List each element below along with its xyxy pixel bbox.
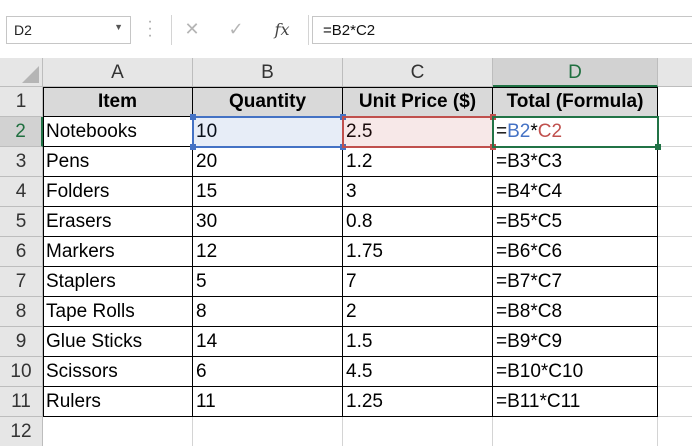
- empty-cell[interactable]: [658, 177, 692, 207]
- empty-cell[interactable]: [658, 327, 692, 357]
- cell-total[interactable]: =B8*C8: [493, 297, 658, 327]
- row-header-5[interactable]: 5: [0, 207, 43, 237]
- empty-cell[interactable]: [658, 207, 692, 237]
- enter-button[interactable]: ✓: [216, 15, 256, 43]
- cell-unit-price[interactable]: 0.8: [343, 207, 493, 237]
- empty-cell[interactable]: [658, 267, 692, 297]
- column-header-d[interactable]: D: [493, 58, 658, 87]
- cell-quantity[interactable]: 5: [193, 267, 343, 297]
- name-box-value: D2: [14, 22, 32, 38]
- empty-cell[interactable]: [658, 417, 692, 446]
- header-cell-item[interactable]: Item: [43, 87, 193, 117]
- cell-total[interactable]: =B9*C9: [493, 327, 658, 357]
- function-icon: fx: [274, 20, 290, 39]
- row-header-2[interactable]: 2: [0, 117, 43, 147]
- cell-item[interactable]: Notebooks: [43, 117, 193, 147]
- empty-cell[interactable]: [193, 417, 343, 446]
- cell-total[interactable]: =B5*C5: [493, 207, 658, 237]
- cell-quantity[interactable]: 15: [193, 177, 343, 207]
- column-header-e[interactable]: [658, 58, 692, 87]
- row-header-10[interactable]: 10: [0, 357, 43, 387]
- empty-cell[interactable]: [658, 357, 692, 387]
- checkmark-icon: ✓: [228, 19, 244, 39]
- cell-unit-price[interactable]: 1.75: [343, 237, 493, 267]
- cell-total[interactable]: =B6*C6: [493, 237, 658, 267]
- resize-handle[interactable]: [190, 144, 196, 150]
- row-header-1[interactable]: 1: [0, 87, 43, 117]
- empty-cell[interactable]: [493, 417, 658, 446]
- formula-input[interactable]: =B2*C2: [312, 16, 692, 44]
- empty-cell[interactable]: [658, 387, 692, 417]
- close-icon: ✕: [184, 19, 200, 39]
- cell-item[interactable]: Pens: [43, 147, 193, 177]
- active-cell-outline: [492, 116, 659, 148]
- cell-unit-price[interactable]: 1.25: [343, 387, 493, 417]
- cell-item[interactable]: Folders: [43, 177, 193, 207]
- cancel-button[interactable]: ✕: [172, 15, 212, 43]
- header-cell-quantity[interactable]: Quantity: [193, 87, 343, 117]
- cell-item[interactable]: Rulers: [43, 387, 193, 417]
- row-header-8[interactable]: 8: [0, 297, 43, 327]
- header-cell-total[interactable]: Total (Formula): [493, 87, 658, 117]
- row-header-4[interactable]: 4: [0, 177, 43, 207]
- name-box[interactable]: D2 ▼: [6, 16, 131, 44]
- cell-quantity[interactable]: 14: [193, 327, 343, 357]
- cell-quantity[interactable]: 11: [193, 387, 343, 417]
- cell-quantity[interactable]: 6: [193, 357, 343, 387]
- column-header-b[interactable]: B: [193, 58, 343, 87]
- cell-unit-price[interactable]: 1.5: [343, 327, 493, 357]
- empty-cell[interactable]: [343, 417, 493, 446]
- cell-item[interactable]: Erasers: [43, 207, 193, 237]
- cell-quantity[interactable]: 8: [193, 297, 343, 327]
- cell-unit-price[interactable]: 2: [343, 297, 493, 327]
- divider: [308, 15, 309, 45]
- empty-cell[interactable]: [658, 117, 692, 147]
- chevron-down-icon[interactable]: ▼: [114, 22, 123, 32]
- row-header-3[interactable]: 3: [0, 147, 43, 177]
- column-header-a[interactable]: A: [43, 58, 193, 87]
- empty-cell[interactable]: [658, 237, 692, 267]
- empty-cell[interactable]: [658, 87, 692, 117]
- cell-quantity[interactable]: 12: [193, 237, 343, 267]
- cell-total[interactable]: =B7*C7: [493, 267, 658, 297]
- cell-item[interactable]: Tape Rolls: [43, 297, 193, 327]
- reference-highlight-c2: [342, 116, 494, 148]
- cell-item[interactable]: Scissors: [43, 357, 193, 387]
- drag-handle-icon[interactable]: · · ·: [146, 14, 154, 44]
- row-header-11[interactable]: 11: [0, 387, 43, 417]
- cell-total[interactable]: =B11*C11: [493, 387, 658, 417]
- reference-highlight-b2: [192, 116, 344, 148]
- fill-handle[interactable]: [655, 144, 661, 150]
- cell-total[interactable]: =B4*C4: [493, 177, 658, 207]
- select-all-button[interactable]: [0, 58, 43, 87]
- row-header-12[interactable]: 12: [0, 417, 43, 446]
- select-all-icon: [22, 66, 39, 83]
- cell-unit-price[interactable]: 4.5: [343, 357, 493, 387]
- insert-function-button[interactable]: fx: [262, 15, 302, 43]
- cell-item[interactable]: Markers: [43, 237, 193, 267]
- row-header-6[interactable]: 6: [0, 237, 43, 267]
- cell-item[interactable]: Glue Sticks: [43, 327, 193, 357]
- empty-cell[interactable]: [658, 297, 692, 327]
- cell-unit-price[interactable]: 1.2: [343, 147, 493, 177]
- empty-cell[interactable]: [43, 417, 193, 446]
- cell-total[interactable]: =B3*C3: [493, 147, 658, 177]
- cell-unit-price[interactable]: 3: [343, 177, 493, 207]
- formula-bar: D2 ▼ · · · ✕ ✓ fx =B2*C2: [0, 0, 692, 58]
- row-header-7[interactable]: 7: [0, 267, 43, 297]
- empty-cell[interactable]: [658, 147, 692, 177]
- cell-quantity[interactable]: 20: [193, 147, 343, 177]
- row-header-9[interactable]: 9: [0, 327, 43, 357]
- header-cell-unit-price[interactable]: Unit Price ($): [343, 87, 493, 117]
- resize-handle[interactable]: [190, 114, 196, 120]
- spreadsheet-grid: A B C D 1 2 3 4 5 6 7 8 9 10 11 12 Item …: [0, 58, 692, 446]
- cell-unit-price[interactable]: 7: [343, 267, 493, 297]
- cell-quantity[interactable]: 30: [193, 207, 343, 237]
- cell-item[interactable]: Staplers: [43, 267, 193, 297]
- cell-total[interactable]: =B10*C10: [493, 357, 658, 387]
- column-header-c[interactable]: C: [343, 58, 493, 87]
